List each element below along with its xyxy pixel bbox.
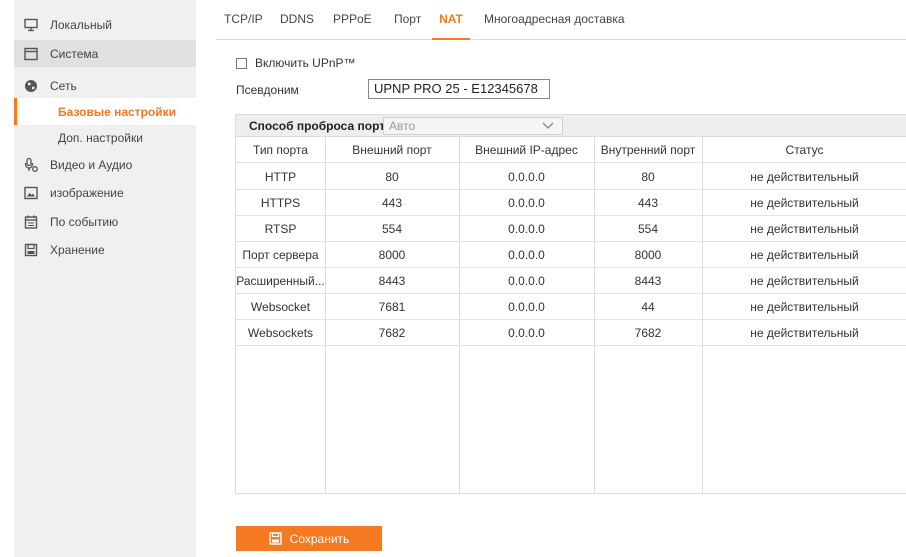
upnp-checkbox[interactable] [236,57,247,69]
port-type-cell: HTTPS [260,196,301,210]
upnp-label: Включить UPnP™ [255,56,356,70]
column-header: Внутренний порт [600,143,696,157]
external-port-cell: 8000 [378,248,406,262]
external-ip-cell: 0.0.0.0 [508,222,545,236]
tab-multicast[interactable]: Многоадресная доставка [484,0,625,40]
tab-tcpip[interactable]: TCP/IP [224,0,263,40]
external-port-cell: 554 [381,222,403,236]
tab-pppoe[interactable]: PPPoE [333,0,372,40]
sidebar-subitem-label: Базовые настройки [58,104,176,119]
alias-label: Псевдоним [236,83,299,97]
system-icon [24,47,38,61]
status-cell: не действительный [750,222,859,236]
port-type-cell: Расширенный... [236,274,325,288]
external-port-cell: 443 [381,196,403,210]
internal-port-cell: 7682 [634,326,662,340]
external-port-cell: 7681 [378,300,406,314]
calendar-icon [24,215,38,229]
save-icon [268,532,282,545]
table-row[interactable]: Websockets 7682 0.0.0.0 7682 не действит… [236,320,906,346]
sidebar: Локальный Система Сеть Базовые настройки… [14,0,196,557]
status-cell: не действительный [750,248,859,262]
external-port-cell: 7682 [378,326,406,340]
column-header: Внешний порт [352,143,432,157]
internal-port-cell: 44 [641,300,655,314]
table-row[interactable]: HTTP 80 0.0.0.0 80 не действительный [236,164,906,190]
external-ip-cell: 0.0.0.0 [508,248,545,262]
internal-port-cell: 8000 [634,248,662,262]
internal-port-cell: 443 [637,196,659,210]
internal-port-cell: 80 [641,170,655,184]
port-mapping-table: Способ проброса порт... Авто Тип порта В… [235,114,906,494]
port-mapping-body: Тип порта Внешний порт Внешний IP-адрес … [236,137,906,493]
external-port-cell: 80 [385,170,399,184]
sidebar-item-label: изображение [50,185,124,200]
port-type-cell: RTSP [264,222,297,236]
tab-ddns[interactable]: DDNS [280,0,314,40]
port-type-cell: Websockets [247,326,314,340]
column-header: Тип порта [253,143,308,157]
port-type-cell: Порт сервера [242,248,319,262]
external-ip-cell: 0.0.0.0 [508,326,545,340]
sidebar-subitem-advanced[interactable]: Доп. настройки [14,124,196,151]
port-type-cell: HTTP [264,170,297,184]
sidebar-item-label: Хранение [50,242,105,257]
table-row[interactable]: Порт сервера 8000 0.0.0.0 8000 не действ… [236,242,906,268]
column-header: Статус [785,143,824,157]
internal-port-cell: 554 [637,222,659,236]
external-port-cell: 8443 [378,274,406,288]
status-cell: не действительный [750,196,859,210]
upnp-toggle[interactable]: Включить UPnP™ [236,56,356,70]
external-ip-cell: 0.0.0.0 [508,196,545,210]
sidebar-subitem-label: Доп. настройки [58,130,143,145]
sidebar-item-label: Видео и Аудио [50,157,133,172]
sidebar-item-video-audio[interactable]: Видео и Аудио [14,151,196,178]
sidebar-item-event[interactable]: По событию [14,208,196,235]
port-mapping-mode-select[interactable]: Авто [383,117,563,135]
chevron-down-icon [542,118,554,135]
status-cell: не действительный [750,170,859,184]
status-cell: не действительный [750,274,859,288]
port-type-cell: Websocket [250,300,311,314]
video-audio-icon [24,157,38,172]
monitor-icon [24,18,38,32]
sidebar-item-label: Локальный [50,17,112,32]
network-tabs: TCP/IP DDNS PPPoE Порт NAT Многоадресная… [216,0,906,40]
sidebar-item-system[interactable]: Система [14,40,196,67]
save-button-label: Сохранить [289,531,350,546]
storage-icon [24,243,38,257]
tab-nat[interactable]: NAT [432,0,470,40]
port-mapping-mode-value: Авто [389,119,416,133]
external-ip-cell: 0.0.0.0 [508,300,545,314]
internal-port-cell: 8443 [634,274,662,288]
sidebar-item-label: Система [50,46,99,61]
port-mapping-mode-label: Способ проброса порт... [249,119,395,133]
table-row[interactable]: Websocket 7681 0.0.0.0 44 не действитель… [236,294,906,320]
status-cell: не действительный [750,326,859,340]
external-ip-cell: 0.0.0.0 [508,274,545,288]
save-button[interactable]: Сохранить [236,526,382,551]
sidebar-item-label: По событию [50,214,119,229]
port-mapping-header: Способ проброса порт... Авто [236,115,906,137]
sidebar-item-image[interactable]: изображение [14,179,196,206]
sidebar-item-storage[interactable]: Хранение [14,236,196,263]
table-row[interactable]: HTTPS 443 0.0.0.0 443 не действительный [236,190,906,216]
image-icon [24,186,38,200]
globe-icon [24,79,38,93]
tab-port[interactable]: Порт [394,0,421,40]
status-cell: не действительный [750,300,859,314]
sidebar-subitem-basic[interactable]: Базовые настройки [14,98,196,125]
sidebar-item-label: Сеть [50,78,77,93]
table-row[interactable]: Расширенный... 8443 0.0.0.0 8443 не дейс… [236,268,906,294]
alias-input[interactable]: UPNP PRO 25 - E12345678 [368,79,550,99]
table-row[interactable]: RTSP 554 0.0.0.0 554 не действительный [236,216,906,242]
external-ip-cell: 0.0.0.0 [508,170,545,184]
sidebar-item-network[interactable]: Сеть [14,72,196,99]
sidebar-item-local[interactable]: Локальный [14,11,196,38]
column-header: Внешний IP-адрес [475,143,578,157]
table-header-row: Тип порта Внешний порт Внешний IP-адрес … [236,137,906,163]
